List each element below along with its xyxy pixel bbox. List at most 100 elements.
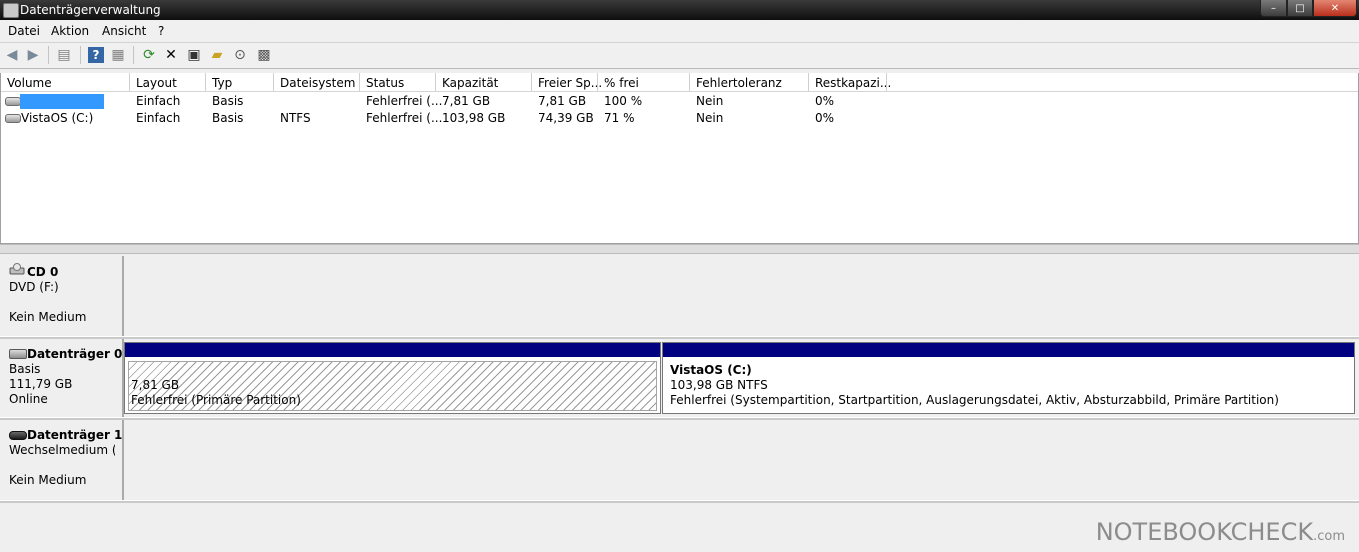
column-header-prozent-frei[interactable]: % frei [604,76,639,90]
cell-kapazitaet: 7,81 GB [442,94,491,108]
disk-drive-letter: DVD (F:) [9,280,59,294]
disk-management-app-icon[interactable] [3,3,19,18]
column-divider[interactable] [531,73,532,91]
column-header-freier-speicher[interactable]: Freier Sp... [538,76,602,90]
column-divider[interactable] [205,73,206,91]
disk-body-cd0[interactable] [124,256,1359,336]
menu-help[interactable]: ? [158,24,164,38]
console-tree-icon[interactable]: ▤ [56,47,72,63]
disk-name: Datenträger 0 [27,347,123,361]
forward-arrow-icon[interactable]: ▶ [25,47,41,63]
cell-prozent-frei: 100 % [604,94,643,108]
disk-body-disk0: 7,81 GB Fehlerfrei (Primäre Partition) V… [124,339,1359,417]
cell-fehlertoleranz: Nein [696,94,724,108]
disk-map: CD 0 DVD (F:) Kein Medium Datenträger 0 … [0,254,1359,552]
cell-status: Fehlerfrei (... [366,111,443,125]
toolbar-separator [48,46,49,64]
explore-icon[interactable]: ⊙ [232,47,248,63]
minimize-button[interactable]: – [1260,0,1287,17]
column-header-restkapazitaet[interactable]: Restkapazi... [815,76,891,90]
pane-splitter[interactable] [0,244,1359,254]
disk-name: Datenträger 1 [27,428,123,442]
disk-size: 111,79 GB [9,377,73,391]
column-divider[interactable] [689,73,690,91]
selected-volume-name[interactable] [20,94,104,109]
menu-aktion[interactable]: Aktion [51,24,89,38]
disk-media-status: Kein Medium [9,473,87,487]
disk-name: CD 0 [27,265,59,279]
open-icon[interactable]: ▰ [209,47,225,63]
column-header-status[interactable]: Status [366,76,404,90]
column-divider[interactable] [808,73,809,91]
cell-fehlertoleranz: Nein [696,111,724,125]
back-arrow-icon[interactable]: ◀ [4,47,20,63]
disk-type: Basis [9,362,41,376]
cell-typ: Basis [212,111,244,125]
cell-freier-speicher: 74,39 GB [538,111,594,125]
notebookcheck-watermark: NOTEBOOKCHECK.com [1096,518,1345,546]
volume-list[interactable]: Volume Layout Typ Dateisystem Status Kap… [0,73,1359,244]
refresh-icon[interactable]: ⟳ [141,47,157,63]
menu-datei[interactable]: Datei [8,24,40,38]
watermark-suffix: .com [1313,529,1345,544]
cell-volume: VistaOS (C:) [21,111,94,125]
cell-freier-speicher: 7,81 GB [538,94,587,108]
cell-restkapazitaet: 0% [815,111,835,125]
column-divider[interactable] [359,73,360,91]
disk-label-disk0[interactable]: Datenträger 0 Basis 111,79 GB Online [0,339,124,417]
disk-body-disk1[interactable] [124,420,1359,500]
cd-drive-icon [9,263,25,275]
close-button[interactable]: ✕ [1313,0,1357,17]
partition-size: 103,98 GB NTFS [670,378,768,392]
partition-type-bar [125,343,660,357]
column-divider[interactable] [129,73,130,91]
toolbar-separator [80,46,81,64]
cell-restkapazitaet: 0% [815,94,835,108]
cell-layout: Einfach [136,94,181,108]
cell-layout: Einfach [136,111,181,125]
disk-label-cd0[interactable]: CD 0 DVD (F:) Kein Medium [0,256,124,336]
column-header-volume[interactable]: Volume [7,76,52,90]
disk-drive-letter: Wechselmedium (E: [9,443,115,457]
partition-vistaos[interactable]: VistaOS (C:) 103,98 GB NTFS Fehlerfrei (… [662,342,1355,414]
disk-state: Online [9,392,48,406]
removable-disk-icon [9,431,27,440]
column-header-typ[interactable]: Typ [212,76,232,90]
window-controls: – □ ✕ [1260,0,1357,18]
partition-size: 7,81 GB [131,378,180,392]
column-divider[interactable] [886,73,887,91]
column-header-dateisystem[interactable]: Dateisystem [280,76,355,90]
partition-status: Fehlerfrei (Primäre Partition) [131,393,301,407]
title-bar: Datenträgerverwaltung – □ ✕ [0,0,1359,20]
cell-dateisystem: NTFS [280,111,311,125]
hard-disk-icon [9,349,27,359]
column-header-kapazitaet[interactable]: Kapazität [442,76,498,90]
export-icon[interactable]: ▩ [256,47,272,63]
watermark-text: NOTEBOOKCHECK [1095,518,1314,546]
column-divider[interactable] [273,73,274,91]
help-icon[interactable]: ? [88,47,104,63]
disk-media-status: Kein Medium [9,310,87,324]
column-header-layout[interactable]: Layout [136,76,177,90]
column-divider[interactable] [597,73,598,91]
column-divider[interactable] [435,73,436,91]
volume-row[interactable]: Einfach Basis Fehlerfrei (... 7,81 GB 7,… [1,93,1358,110]
properties-icon[interactable]: ▣ [186,47,202,63]
partition-name: VistaOS (C:) [670,363,752,377]
partition-unnamed[interactable]: 7,81 GB Fehlerfrei (Primäre Partition) [124,342,661,414]
volume-row[interactable]: VistaOS (C:) Einfach Basis NTFS Fehlerfr… [1,110,1358,127]
cell-status: Fehlerfrei (... [366,94,443,108]
toolbar: ◀ ▶ ▤ ? ▦ ⟳ ✕ ▣ ▰ ⊙ ▩ [0,43,1359,69]
menu-ansicht[interactable]: Ansicht [102,24,146,38]
cell-typ: Basis [212,94,244,108]
window-title: Datenträgerverwaltung [20,3,161,17]
drive-icon [5,97,21,106]
volume-list-header: Volume Layout Typ Dateisystem Status Kap… [1,73,1358,92]
cell-kapazitaet: 103,98 GB [442,111,506,125]
disk-label-disk1[interactable]: Datenträger 1 Wechselmedium (E: Kein Med… [0,420,124,500]
maximize-button[interactable]: □ [1287,0,1313,17]
delete-icon[interactable]: ✕ [163,47,179,63]
toolbar-separator [133,46,134,64]
column-header-fehlertoleranz[interactable]: Fehlertoleranz [696,76,782,90]
show-hide-icon[interactable]: ▦ [110,47,126,63]
